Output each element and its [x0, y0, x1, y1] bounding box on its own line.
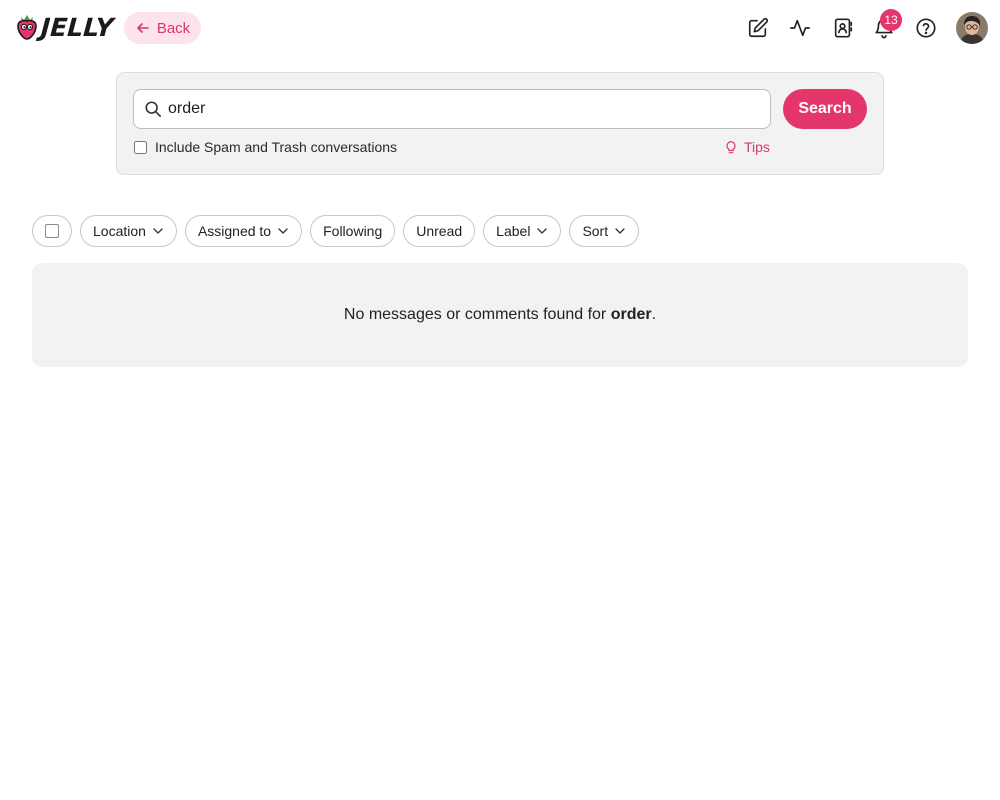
- lightbulb-icon: [726, 141, 736, 154]
- sort-filter-label: Sort: [582, 223, 609, 239]
- contacts-button[interactable]: [831, 16, 855, 40]
- assigned-to-filter[interactable]: Assigned to: [184, 215, 303, 247]
- search-icon: [145, 101, 162, 118]
- search-input[interactable]: [168, 100, 768, 118]
- label-filter-label: Label: [496, 223, 531, 239]
- empty-results-panel: No messages or comments found for order.: [32, 263, 968, 367]
- activity-button[interactable]: [788, 16, 812, 40]
- help-button[interactable]: [914, 16, 938, 40]
- following-filter[interactable]: Following: [310, 215, 396, 247]
- avatar-photo-icon: [956, 12, 988, 44]
- contacts-icon: [834, 18, 853, 38]
- activity-icon: [790, 19, 810, 37]
- back-button[interactable]: Back: [124, 12, 201, 44]
- jelly-logo[interactable]: JELLY: [15, 11, 115, 43]
- include-spam-checkbox[interactable]: [134, 140, 147, 154]
- search-box[interactable]: [133, 89, 771, 129]
- tips-label: Tips: [744, 139, 770, 155]
- back-button-label: Back: [156, 19, 191, 37]
- help-icon: [916, 18, 936, 38]
- sort-filter[interactable]: Sort: [569, 215, 640, 247]
- search-button[interactable]: Search: [783, 89, 867, 129]
- checkbox-square: [45, 224, 59, 238]
- strawberry-icon: [17, 15, 37, 40]
- logo-text: JELLY: [39, 12, 115, 42]
- select-all-checkbox[interactable]: [32, 215, 72, 247]
- unread-filter[interactable]: Unread: [403, 215, 476, 247]
- location-filter-label: Location: [93, 223, 146, 239]
- following-filter-label: Following: [323, 223, 383, 239]
- search-panel: Search Include Spam and Trash conversati…: [116, 72, 884, 175]
- filter-bar: Location Assigned to Following Unread La…: [32, 215, 640, 247]
- chevron-down-icon: [153, 228, 163, 234]
- chevron-down-icon: [615, 228, 625, 234]
- label-filter[interactable]: Label: [483, 215, 562, 247]
- compose-icon: [748, 17, 769, 38]
- empty-message-term: order: [610, 306, 652, 323]
- compose-button[interactable]: [746, 16, 770, 40]
- empty-results-message: No messages or comments found for order.: [344, 306, 656, 324]
- empty-message-suffix: .: [651, 306, 657, 323]
- include-spam-option[interactable]: Include Spam and Trash conversations: [134, 139, 397, 155]
- notification-badge: 13: [880, 9, 902, 31]
- tips-link[interactable]: Tips: [724, 139, 770, 155]
- assigned-to-filter-label: Assigned to: [197, 223, 272, 239]
- location-filter[interactable]: Location: [80, 215, 177, 247]
- arrow-left-icon: [137, 23, 149, 33]
- top-bar: JELLY Back 13: [0, 0, 1000, 56]
- unread-filter-label: Unread: [416, 223, 463, 239]
- chevron-down-icon: [278, 228, 288, 234]
- user-avatar[interactable]: [956, 12, 988, 44]
- chevron-down-icon: [537, 228, 548, 234]
- include-spam-label: Include Spam and Trash conversations: [155, 139, 398, 155]
- empty-message-prefix: No messages or comments found for: [343, 306, 611, 323]
